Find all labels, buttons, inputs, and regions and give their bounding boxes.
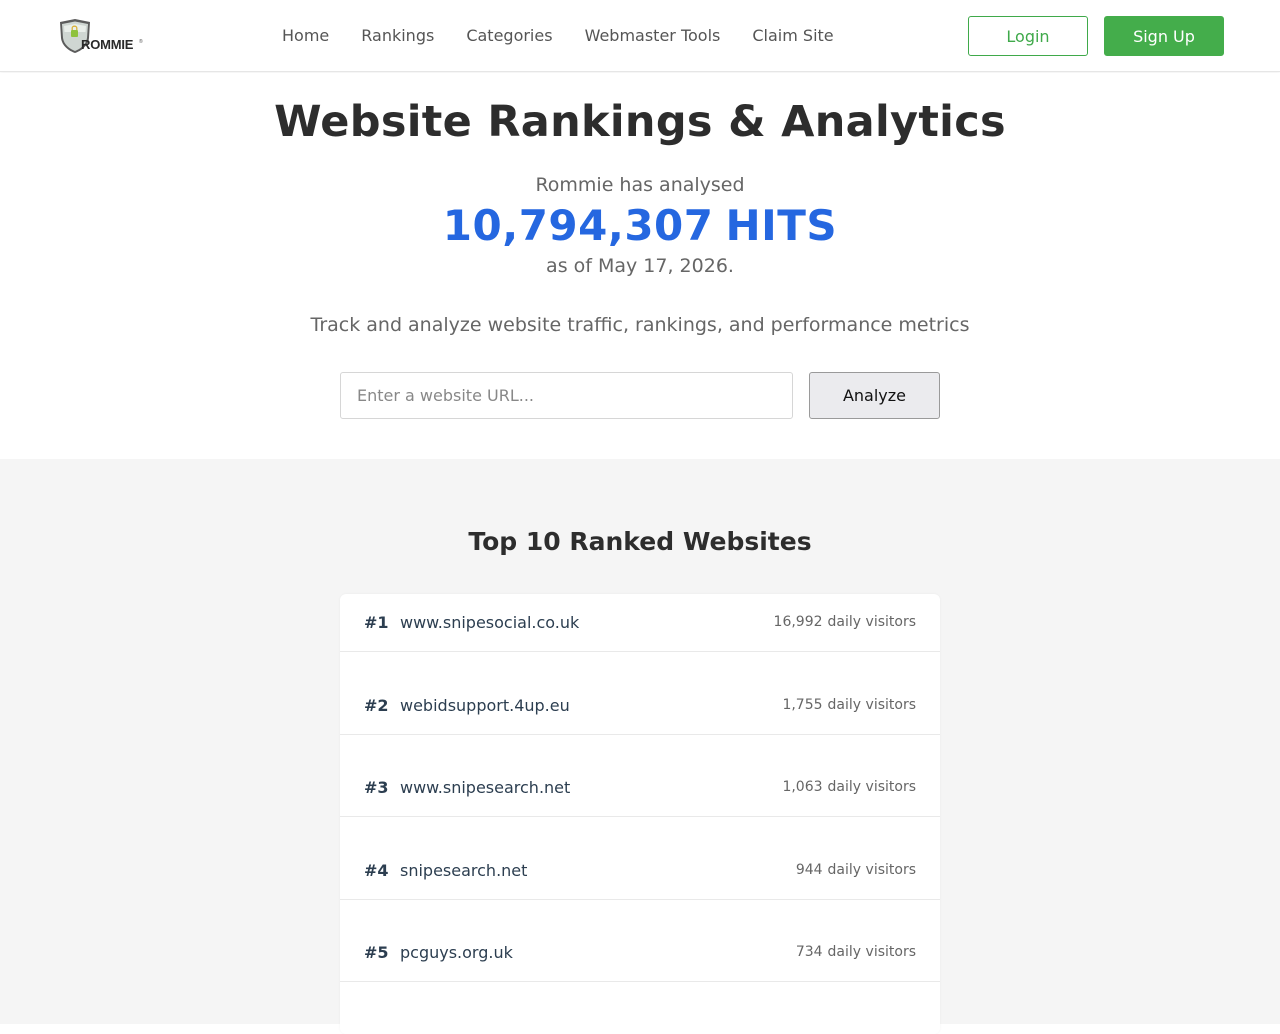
hits-counter: 10,794,307 HITS	[0, 201, 1280, 250]
top-navbar: ROMMIE ® Home Rankings Categories Webmas…	[0, 0, 1280, 72]
rank-visitors-count: 1,755	[782, 697, 823, 713]
analyze-button[interactable]: Analyze	[809, 372, 940, 419]
logo-trademark: ®	[139, 39, 143, 45]
rank-number: #3	[364, 777, 389, 797]
stat-intro-text: Rommie has analysed	[535, 174, 745, 196]
rank-site-link[interactable]: www.snipesocial.co.uk	[400, 613, 774, 632]
nav-link-rankings[interactable]: Rankings	[361, 26, 434, 46]
rank-divider	[340, 816, 940, 817]
rank-visitors: 1,063 daily visitors	[782, 779, 916, 795]
rank-list-item[interactable]: #3 www.snipesearch.net 1,063 daily visito…	[340, 777, 940, 797]
rank-visitors-count: 944	[795, 862, 823, 878]
rank-visitors-count: 16,992	[773, 614, 823, 630]
url-search-input[interactable]	[340, 372, 793, 419]
rank-site-link[interactable]: www.snipesearch.net	[400, 778, 782, 797]
rank-visitors-count: 1,063	[782, 779, 823, 795]
rank-visitors-unit: daily visitors	[827, 944, 916, 960]
rank-divider	[340, 981, 940, 982]
nav-link-webmaster-tools[interactable]: Webmaster Tools	[585, 26, 721, 46]
signup-button[interactable]: Sign Up	[1104, 16, 1224, 56]
logo-wordmark: ROMMIE	[81, 37, 134, 52]
rank-visitors-unit: daily visitors	[827, 862, 916, 878]
stat-date-text: as of May 17, 2026.	[546, 255, 734, 277]
page-title: Website Rankings & Analytics	[274, 97, 1006, 147]
site-logo[interactable]: ROMMIE ®	[58, 18, 148, 56]
nav-link-home[interactable]: Home	[282, 26, 329, 46]
rankings-title: Top 10 Ranked Websites	[468, 527, 812, 556]
rank-visitors: 944 daily visitors	[796, 862, 916, 878]
rank-list-item[interactable]: #2 webidsupport.4up.eu 1,755 daily visito…	[340, 695, 940, 715]
rank-visitors-count: 734	[795, 944, 823, 960]
rank-visitors: 1,755 daily visitors	[782, 697, 916, 713]
nav-link-claim-site[interactable]: Claim Site	[752, 26, 833, 46]
rank-site-link[interactable]: pcguys.org.uk	[400, 943, 796, 962]
rank-visitors: 16,992 daily visitors	[774, 614, 916, 630]
rank-divider	[340, 899, 940, 900]
rank-visitors: 734 daily visitors	[796, 944, 916, 960]
hits-count-unit: HITS	[725, 201, 838, 250]
rank-list-item[interactable]: #4 snipesearch.net 944 daily visitors	[340, 860, 940, 880]
nav-link-categories[interactable]: Categories	[466, 26, 552, 46]
hero-section: Website Rankings & Analytics Rommie has …	[0, 73, 1280, 459]
rank-site-link[interactable]: snipesearch.net	[400, 861, 796, 880]
hero-subtitle: Track and analyze website traffic, ranki…	[310, 314, 970, 336]
main-nav: Home Rankings Categories Webmaster Tools…	[282, 26, 834, 46]
rank-number: #5	[364, 942, 389, 962]
login-button[interactable]: Login	[968, 16, 1088, 56]
rank-number: #4	[364, 860, 389, 880]
rank-list-item[interactable]: #5 pcguys.org.uk 734 daily visitors	[340, 942, 940, 962]
rank-visitors-unit: daily visitors	[827, 697, 916, 713]
hits-count-value: 10,794,307	[442, 201, 714, 250]
rank-site-link[interactable]: webidsupport.4up.eu	[400, 696, 782, 715]
rank-number: #2	[364, 695, 389, 715]
rankings-section: Top 10 Ranked Websites #1 www.snipesocia…	[0, 459, 1280, 1034]
rank-divider	[340, 734, 940, 735]
rank-visitors-unit: daily visitors	[827, 779, 916, 795]
rank-divider	[340, 651, 940, 652]
rank-visitors-unit: daily visitors	[827, 614, 916, 630]
rank-list: #1 www.snipesocial.co.uk 16,992 daily vis…	[340, 594, 940, 1034]
rank-number: #1	[364, 612, 389, 632]
rank-list-item[interactable]: #1 www.snipesocial.co.uk 16,992 daily vis…	[340, 612, 940, 632]
